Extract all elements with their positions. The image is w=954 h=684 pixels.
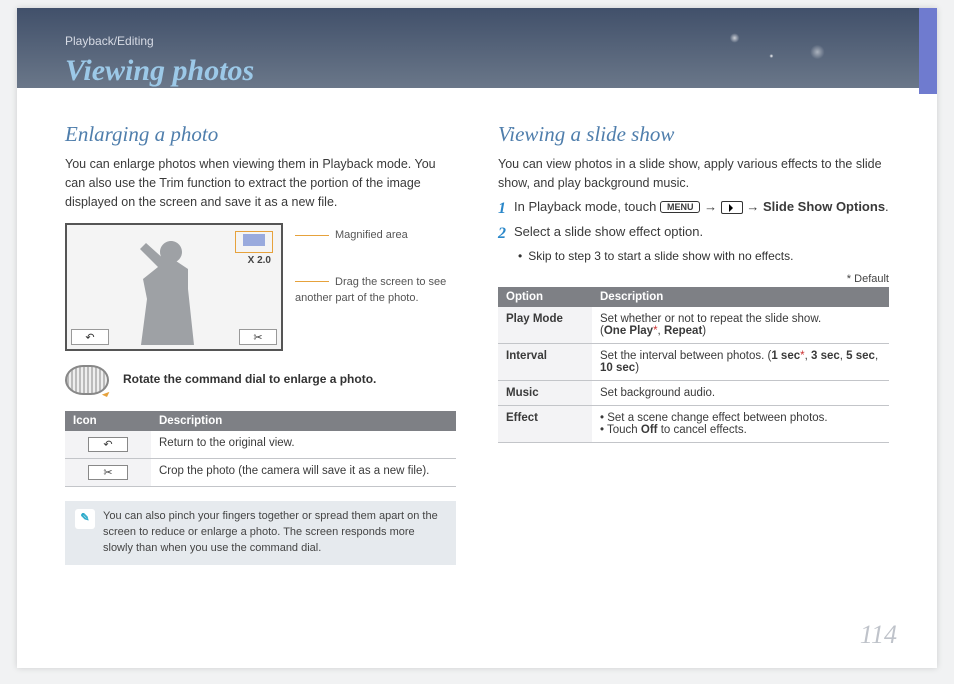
page-number: 114 [860,620,897,650]
page-side-tab [919,8,937,94]
step1-pretext: In Playback mode, touch [514,199,660,214]
undo-button[interactable]: ↶ [71,329,109,345]
annotation-drag: Drag the screen to see another part of t… [295,276,446,305]
step1-arrow1: → [704,199,721,214]
command-dial-icon [65,365,109,395]
th-icon: Icon [65,411,151,431]
table-row: MusicSet background audio. [498,380,889,405]
option-desc: Set the interval between photos. (1 sec*… [592,343,889,380]
table-row: EffectSet a scene change effect between … [498,405,889,442]
step1-post: Slide Show Options [763,199,885,214]
option-desc: Set background audio. [592,380,889,405]
crop-button[interactable]: ✂ [239,329,277,345]
page-title: Viewing photos [65,54,889,88]
table-row: ↶ Return to the original view. [65,431,456,459]
th-description: Description [151,411,456,431]
option-desc: Set whether or not to repeat the slide s… [592,307,889,344]
th-option: Option [498,287,592,307]
step-2: 2 Select a slide show effect option. [498,224,889,243]
table-row: Play ModeSet whether or not to repeat th… [498,307,889,344]
crop-icon: ✂ [88,465,128,480]
photo-enlarge-figure: X 2.0 ↶ ✂ [65,223,283,351]
option-label: Play Mode [498,307,592,344]
undo-icon: ↶ [88,437,128,452]
section-heading-slideshow: Viewing a slide show [498,122,889,147]
pencil-icon: ✎ [75,509,95,529]
annotation-magnified: Magnified area [335,229,408,241]
step-1: 1 In Playback mode, touch MENU → → Slide… [498,199,889,218]
intro-text-right: You can view photos in a slide show, app… [498,155,889,193]
icon-description-table: Icon Description ↶ Return to the origina… [65,411,456,487]
icon-desc: Crop the photo (the camera will save it … [151,459,456,487]
option-label: Interval [498,343,592,380]
option-label: Music [498,380,592,405]
step2-bullet: Skip to step 3 to start a slide show wit… [518,249,889,263]
step2-text: Select a slide show effect option. [514,224,703,239]
breadcrumb: Playback/Editing [65,30,889,48]
menu-button-icon[interactable]: MENU [660,201,701,213]
note-text: You can also pinch your fingers together… [103,509,446,557]
table-row: IntervalSet the interval between photos.… [498,343,889,380]
th-description2: Description [592,287,889,307]
option-label: Effect [498,405,592,442]
play-icon[interactable] [721,201,743,214]
info-note: ✎ You can also pinch your fingers togeth… [65,501,456,565]
table-row: ✂ Crop the photo (the camera will save i… [65,459,456,487]
step1-arrow2: → [746,199,763,214]
dial-instruction: Rotate the command dial to enlarge a pho… [123,365,456,388]
zoom-level-label: X 2.0 [248,255,271,266]
default-note: * Default [498,273,889,285]
magnified-area-indicator [235,231,273,253]
slideshow-options-table: Option Description Play ModeSet whether … [498,287,889,443]
section-heading-enlarge: Enlarging a photo [65,122,456,147]
option-desc: Set a scene change effect between photos… [592,405,889,442]
icon-desc: Return to the original view. [151,431,456,459]
intro-text-left: You can enlarge photos when viewing them… [65,155,456,211]
